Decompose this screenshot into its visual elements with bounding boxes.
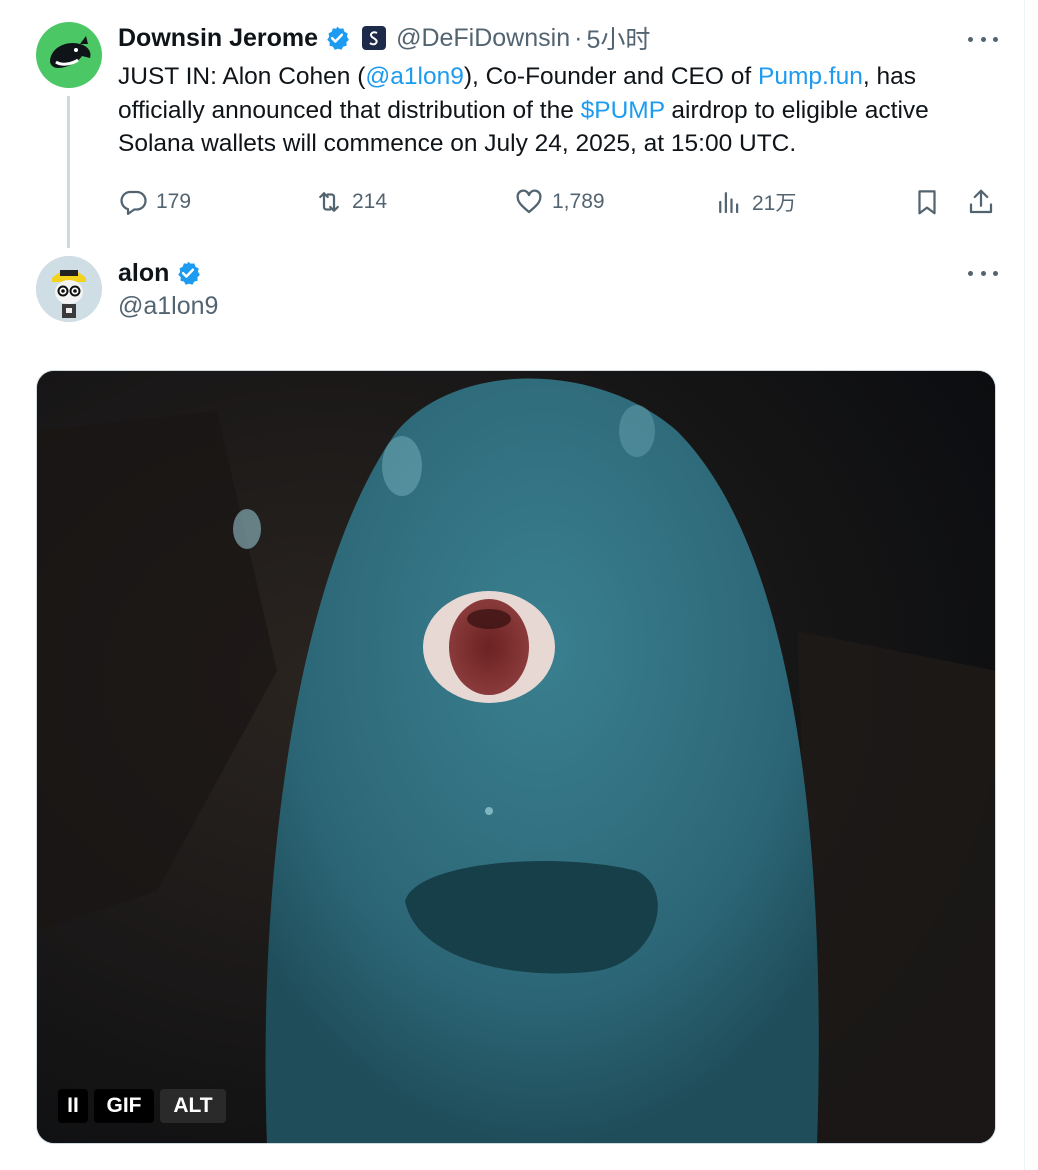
author-handle[interactable]: @a1lon9 xyxy=(118,292,218,321)
tweet2-author: alon xyxy=(118,256,201,290)
views-count: 21万 xyxy=(752,192,797,215)
avatar-downsin[interactable] xyxy=(36,22,102,88)
share-button[interactable] xyxy=(966,184,1004,220)
more-icon[interactable] xyxy=(968,34,998,44)
bookmark-button[interactable] xyxy=(912,184,950,220)
repost-button[interactable]: 214 xyxy=(314,184,387,220)
like-button[interactable]: 1,789 xyxy=(514,184,605,220)
more-icon[interactable] xyxy=(968,268,998,278)
text-segment: ), Co-Founder and CEO of xyxy=(463,63,758,90)
tweet1-text: JUST IN: Alon Cohen (@a1lon9), Co-Founde… xyxy=(118,60,998,161)
gif-media[interactable] xyxy=(36,370,996,1144)
gif-frame xyxy=(37,371,995,1143)
alt-button[interactable]: ALT xyxy=(160,1089,226,1123)
thread-line xyxy=(67,96,70,248)
repost-count: 214 xyxy=(352,190,388,213)
reply-button[interactable]: 179 xyxy=(118,184,191,220)
pause-button[interactable]: II xyxy=(58,1089,88,1123)
timestamp[interactable]: 5小时 xyxy=(586,20,650,56)
author-handle[interactable]: @DeFiDownsin xyxy=(396,24,570,53)
gif-badge: GIF xyxy=(94,1089,154,1123)
org-badge-icon[interactable] xyxy=(362,26,387,50)
views-icon xyxy=(719,192,739,214)
like-icon xyxy=(516,189,542,214)
like-count: 1,789 xyxy=(552,190,605,213)
url-link[interactable]: Pump.fun xyxy=(758,63,863,90)
media-controls: II GIF ALT xyxy=(58,1088,226,1124)
author-name[interactable]: Downsin Jerome xyxy=(118,24,318,53)
reply-icon xyxy=(120,190,147,215)
text-segment: JUST IN: Alon Cohen ( xyxy=(118,63,366,90)
column-border xyxy=(1024,0,1025,1170)
bookmark-icon xyxy=(918,190,936,215)
reply-count: 179 xyxy=(156,190,192,213)
verified-icon xyxy=(178,261,201,285)
cashtag-link[interactable]: $PUMP xyxy=(581,97,665,124)
tweet1-actions: 179 214 1,789 21万 xyxy=(118,184,998,220)
share-icon xyxy=(969,189,993,214)
separator-dot: · xyxy=(574,23,583,52)
views-button[interactable]: 21万 xyxy=(714,184,796,220)
author-name[interactable]: alon xyxy=(118,259,169,288)
avatar-alon[interactable] xyxy=(36,256,102,322)
verified-icon xyxy=(327,26,349,50)
mention-link[interactable]: @a1lon9 xyxy=(365,63,463,90)
tweet1-header: Downsin Jerome @DeFiDownsin · 5小时 xyxy=(118,20,650,56)
repost-icon xyxy=(319,192,339,212)
